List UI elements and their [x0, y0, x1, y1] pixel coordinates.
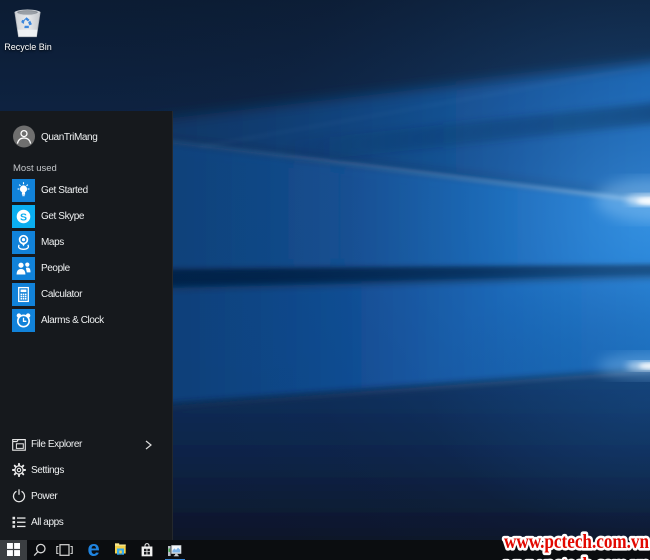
svg-text:e: e [87, 542, 99, 558]
svg-text:S: S [20, 211, 27, 223]
